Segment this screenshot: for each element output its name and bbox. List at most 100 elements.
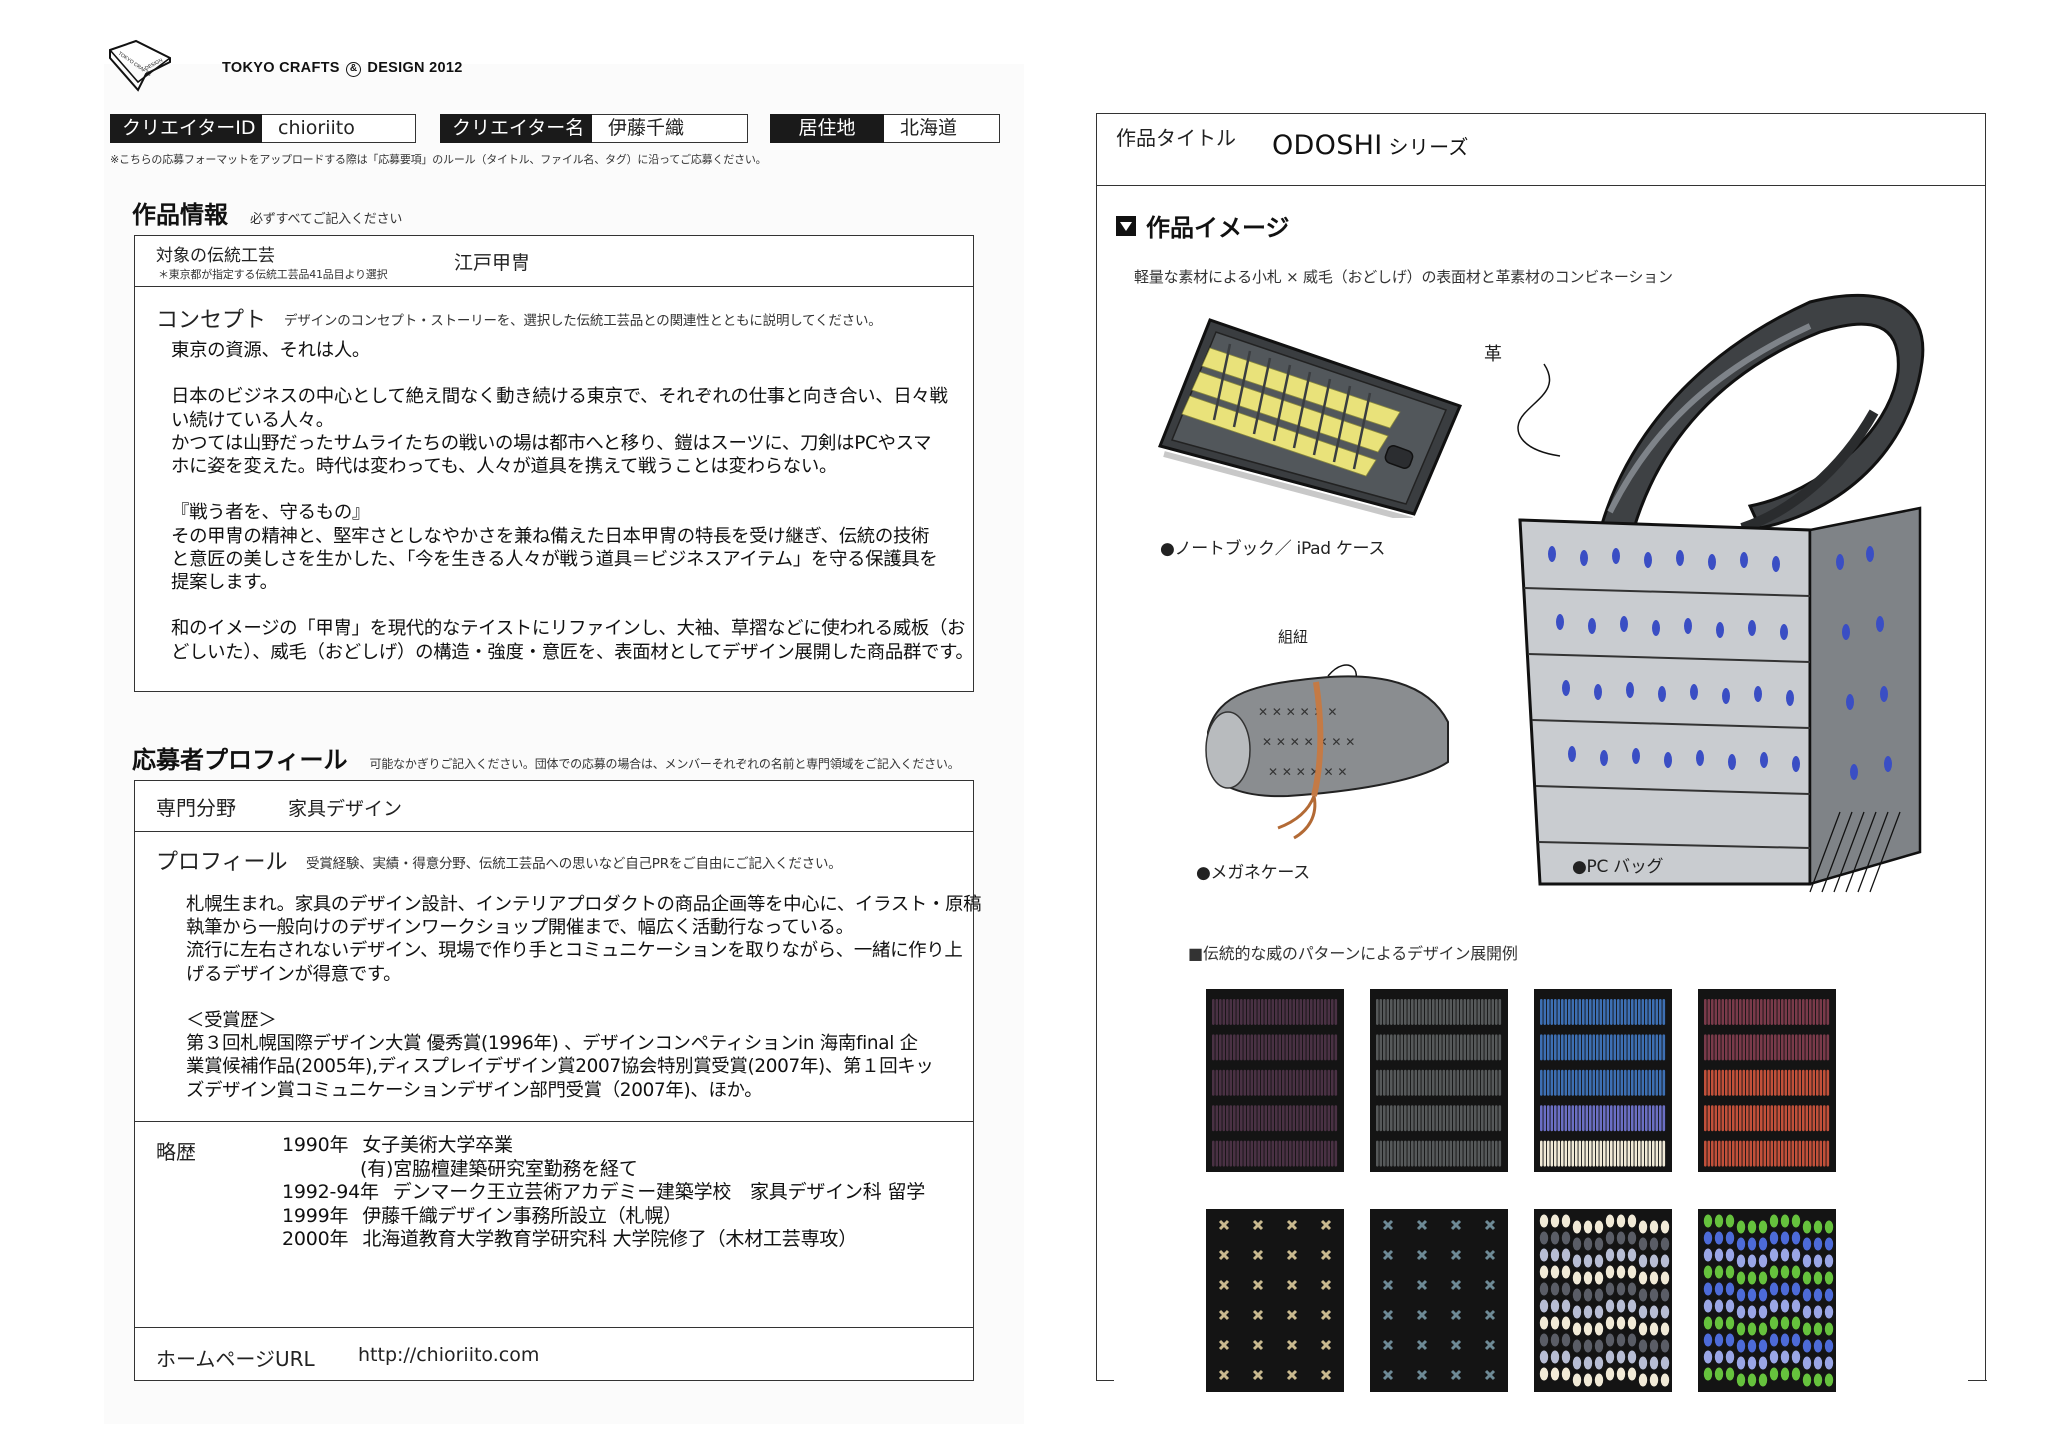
- zigzag-scale: [1616, 1265, 1626, 1279]
- tokyo-crafts-logo: TOKYO CRAFTS DESIGN: [109, 39, 171, 92]
- swatch-scale: [1599, 1069, 1603, 1096]
- swatch-scale: [1659, 999, 1662, 1025]
- swatch-scale: [1313, 1140, 1317, 1167]
- homepage-url-value[interactable]: http://chioriito.com: [358, 1344, 539, 1366]
- swatch-scale: [1816, 1069, 1819, 1096]
- swatch-scale: [1229, 1140, 1233, 1167]
- swatch-scale: [1704, 1140, 1707, 1167]
- swatch-scale: [1289, 999, 1292, 1025]
- swatch-scale: [1645, 999, 1648, 1025]
- profile-heading: 応募者プロフィール 可能なかぎりご記入ください。団体での応募の場合は、メンバーそれ…: [132, 740, 960, 775]
- swatch-scale: [1442, 1105, 1446, 1132]
- zigzag-scale: [1583, 1220, 1593, 1234]
- swatch-scale: [1317, 1105, 1320, 1132]
- zigzag-scale: [1649, 1220, 1659, 1234]
- swatch-scale: [1564, 1034, 1568, 1061]
- swatch-scale: [1303, 1034, 1306, 1061]
- profile-text[interactable]: 札幌生まれ。家具のデザイン設計、インテリアプロダクトの商品企画等を中心に、イラス…: [186, 893, 982, 1102]
- zigzag-scale: [1736, 1288, 1746, 1302]
- swatch-scale: [1268, 999, 1271, 1025]
- swatch-scale: [1596, 1105, 1599, 1132]
- swatch-scale: [1732, 1105, 1735, 1132]
- creator-id-value[interactable]: chioriito: [262, 114, 416, 143]
- swatch-scale: [1264, 999, 1268, 1025]
- swatch-scale: [1254, 1140, 1257, 1167]
- swatch-scale: [1247, 1105, 1250, 1132]
- swatch-scale: [1795, 1105, 1798, 1132]
- homepage-url-label: ホームページURL: [156, 1347, 315, 1371]
- zigzag-scale: [1780, 1231, 1790, 1245]
- swatch-scale: [1795, 1034, 1798, 1061]
- swatch-scale: [1812, 1105, 1816, 1132]
- swatch-scale: [1254, 1034, 1257, 1061]
- logo-amp: &: [346, 62, 362, 77]
- swatch-scale: [1711, 1034, 1714, 1061]
- concept-text[interactable]: 東京の資源、それは人。 日本のビジネスの中心として絶え間なく動き続ける東京で、それ…: [171, 339, 974, 664]
- zigzag-scale: [1813, 1237, 1823, 1251]
- zigzag-scale: [1780, 1214, 1790, 1228]
- swatch-scale: [1243, 1105, 1247, 1132]
- zigzag-scale: [1725, 1214, 1735, 1228]
- swatch-scale: [1292, 1069, 1296, 1096]
- triangle-down-icon: [1116, 215, 1136, 236]
- swatch-scale: [1470, 1140, 1474, 1167]
- swatch-scale: [1645, 1034, 1648, 1061]
- craft-value[interactable]: 江戸甲冑: [454, 248, 530, 275]
- swatch-scale: [1257, 1069, 1261, 1096]
- swatch-scale: [1477, 1069, 1481, 1096]
- zigzag-scale: [1616, 1248, 1626, 1262]
- creator-id-field: クリエイターID chioriito: [110, 114, 416, 143]
- creator-name-value[interactable]: 伊藤千織: [592, 114, 748, 143]
- swatch-scale: [1568, 1105, 1571, 1132]
- swatch-scale: [1617, 999, 1620, 1025]
- field-value[interactable]: 家具デザイン: [288, 794, 402, 821]
- swatch-scale: [1756, 1140, 1760, 1167]
- zigzag-scale: [1583, 1373, 1593, 1387]
- swatch-scale: [1578, 1105, 1582, 1132]
- swatch-scale: [1749, 999, 1753, 1025]
- swatch-scale: [1481, 1140, 1484, 1167]
- zigzag-scale: [1539, 1367, 1549, 1381]
- glasses-case-sketch: ✕ ✕ ✕ ✕ ✕ ✕ ✕ ✕ ✕ ✕ ✕ ✕ ✕ ✕ ✕ ✕ ✕ ✕ ✕: [1205, 664, 1449, 840]
- swatch-scale: [1596, 1069, 1599, 1096]
- swatch-scale: [1240, 1105, 1243, 1132]
- swatch-scale: [1599, 1034, 1603, 1061]
- zigzag-scale: [1791, 1299, 1801, 1313]
- swatch-scale: [1739, 1105, 1742, 1132]
- swatch-scale: [1770, 1140, 1774, 1167]
- cord-note: 組紐: [1278, 628, 1309, 646]
- swatch-scale: [1488, 1140, 1491, 1167]
- swatch-scale: [1414, 1105, 1418, 1132]
- swatch-scale: [1603, 1034, 1606, 1061]
- residence-value[interactable]: 北海道: [884, 114, 1000, 143]
- swatch-scale: [1798, 1069, 1802, 1096]
- swatch-scale: [1250, 1140, 1254, 1167]
- zigzag-scale: [1583, 1322, 1593, 1336]
- swatch-scale: [1442, 999, 1446, 1025]
- swatch-scale: [1763, 1069, 1767, 1096]
- swatch-scale: [1285, 1034, 1289, 1061]
- swatch-scale: [1641, 1069, 1645, 1096]
- zigzag-scale: [1561, 1231, 1571, 1245]
- swatch-scale: [1620, 1140, 1624, 1167]
- swatch-scale: [1540, 999, 1543, 1025]
- history-list[interactable]: 1990年 女子美術大学卒業 (有)宮脇檀建築研究室勤務を経て 1992-94年 デンマ…: [282, 1134, 925, 1252]
- swatch-scale: [1735, 999, 1739, 1025]
- swatch-scale: [1760, 1105, 1763, 1132]
- swatch-scale: [1393, 1069, 1397, 1096]
- swatch-scale: [1432, 1105, 1435, 1132]
- swatch-scale: [1421, 999, 1425, 1025]
- zigzag-scale: [1594, 1220, 1604, 1234]
- swatch-scale: [1404, 1105, 1407, 1132]
- swatch-scale: [1662, 999, 1666, 1025]
- zigzag-scale: [1638, 1220, 1648, 1234]
- swatch-scale: [1760, 999, 1763, 1025]
- swatch-scale: [1296, 1105, 1299, 1132]
- row-divider: [135, 1121, 973, 1122]
- swatch-scale: [1292, 1034, 1296, 1061]
- work-title-value[interactable]: ODOSHI シリーズ: [1272, 130, 1469, 161]
- swatch-scale: [1215, 1105, 1219, 1132]
- swatch-scale: [1449, 999, 1453, 1025]
- swatch-scale: [1645, 1069, 1648, 1096]
- swatch-scale: [1292, 1105, 1296, 1132]
